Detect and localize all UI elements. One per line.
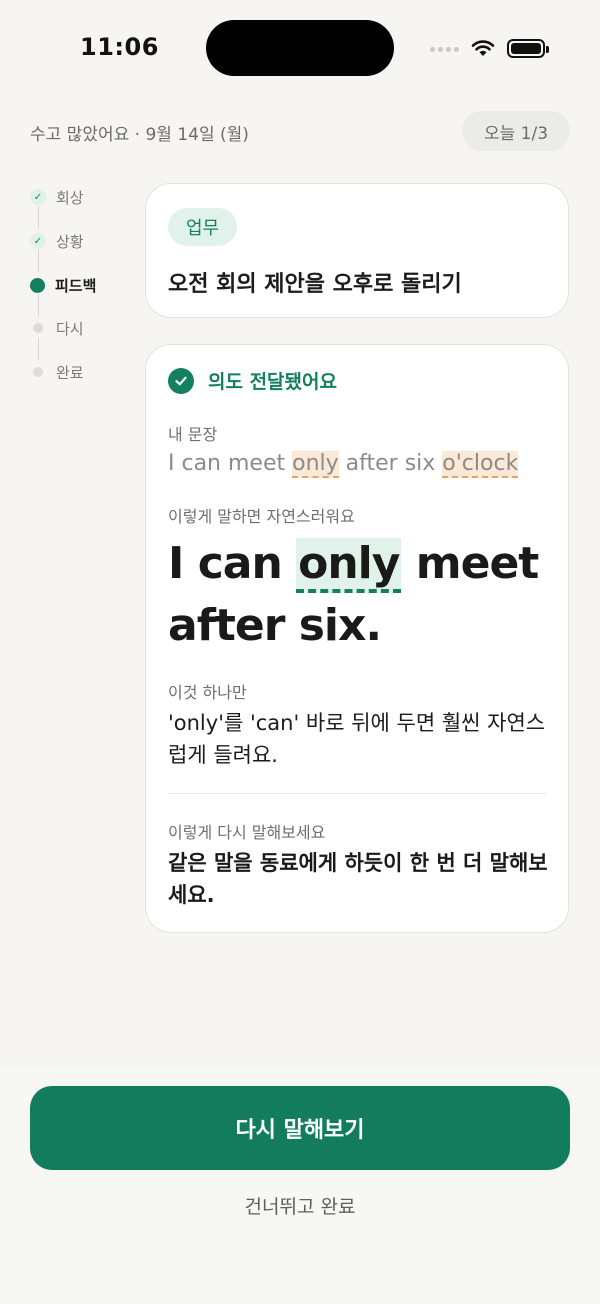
step-retry: 다시 <box>30 315 84 341</box>
battery-icon <box>507 39 549 58</box>
tip-text: 'only'를 'can' 바로 뒤에 두면 훨씬 자연스럽게 들려요. <box>168 711 546 767</box>
sentence-text: after six <box>338 451 443 476</box>
header-date: 수고 많았어요 · 9월 14일 (월) <box>30 125 249 145</box>
step-label: 완료 <box>56 363 84 382</box>
step-feedback: 피드백 <box>30 272 96 298</box>
corrected-word-highlight: only <box>296 538 402 593</box>
natural-sentence-label: 이렇게 말하면 자연스러워요 <box>168 507 355 526</box>
step-complete: 완료 <box>30 359 84 385</box>
today-progress-pill: 오늘 1/3 <box>462 111 570 151</box>
active-step-dot <box>30 277 45 293</box>
misplaced-word-highlight: only <box>292 451 339 478</box>
my-sentence: I can meet only after six o'clock <box>168 451 519 478</box>
sentence-text: I can <box>168 538 297 589</box>
step-connector <box>38 338 39 360</box>
check-circle-icon <box>168 367 194 394</box>
divider <box>168 793 546 794</box>
tip-label: 이것 하나만 <box>168 683 247 702</box>
step-recall: ✓ 회상 <box>30 184 84 210</box>
unnatural-word-highlight: o'clock <box>442 451 519 478</box>
pending-step-dot <box>33 367 43 377</box>
status-time: 11:06 <box>80 33 159 61</box>
status-bar: 11:06 <box>0 0 600 96</box>
natural-sentence: I can only meet after six. <box>168 533 558 657</box>
retry-label: 이렇게 다시 말해보세요 <box>168 823 326 842</box>
check-icon: ✓ <box>30 189 46 205</box>
category-tag: 업무 <box>168 208 238 246</box>
task-title: 오전 회의 제안을 오후로 돌리기 <box>168 272 462 297</box>
intent-status-text: 의도 전달됐어요 <box>208 371 337 393</box>
feedback-card: 의도 전달됐어요 내 문장 I can meet only after six … <box>145 344 569 933</box>
step-label: 상황 <box>56 232 84 251</box>
dynamic-island <box>206 20 394 76</box>
sentence-text: I can meet <box>168 451 293 476</box>
retry-prompt: 같은 말을 동료에게 하듯이 한 번 더 말해보세요. <box>168 851 548 907</box>
step-label: 회상 <box>56 188 84 207</box>
intent-status: 의도 전달됐어요 <box>168 367 337 394</box>
retry-speaking-button[interactable]: 다시 말해보기 <box>30 1086 570 1170</box>
step-situation: ✓ 상황 <box>30 228 84 254</box>
step-label: 피드백 <box>55 276 97 295</box>
step-label: 다시 <box>56 319 84 338</box>
my-sentence-label: 내 문장 <box>168 425 218 444</box>
skip-and-complete-button[interactable]: 건너뛰고 완료 <box>0 1192 600 1219</box>
pending-step-dot <box>33 323 43 333</box>
check-icon: ✓ <box>30 233 46 249</box>
task-card: 업무 오전 회의 제안을 오후로 돌리기 <box>145 183 569 318</box>
wifi-icon <box>471 40 495 56</box>
cellular-signal-icon <box>430 47 459 52</box>
